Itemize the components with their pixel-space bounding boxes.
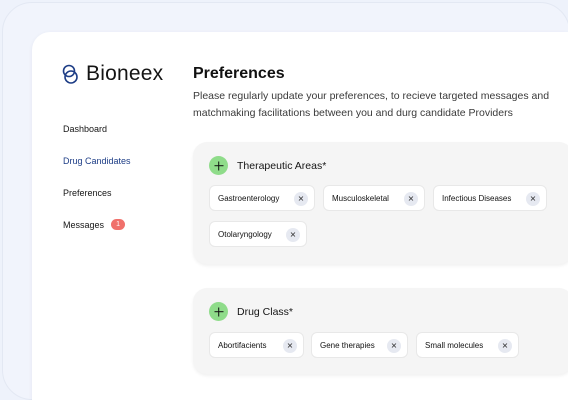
close-icon[interactable]: × <box>283 339 297 353</box>
tag-chip: Abortifacients × <box>209 332 304 358</box>
page-title: Preferences <box>193 65 285 82</box>
close-icon[interactable]: × <box>526 192 540 206</box>
sidebar-item-label: Messages <box>63 220 105 230</box>
bioneex-logo-icon <box>62 64 78 84</box>
tag-label: Small molecules <box>425 340 484 350</box>
sidebar-item-label: Dashboard <box>63 124 108 134</box>
sidebar-item-preferences[interactable]: Preferences <box>63 188 131 220</box>
section-header: Drug Class* <box>209 302 293 321</box>
close-icon[interactable]: × <box>498 339 512 353</box>
tag-chip: Gene therapies × <box>311 332 408 358</box>
tag-chip: Musculoskeletal × <box>323 185 425 211</box>
unread-count-badge: 1 <box>111 219 126 230</box>
brand-logo[interactable]: Bioneex <box>62 62 163 86</box>
close-icon[interactable]: × <box>404 192 418 206</box>
sidebar-item-dashboard[interactable]: Dashboard <box>63 124 131 156</box>
therapeutic-areas-panel: Therapeutic Areas* Gastroenterology × Mu… <box>193 142 568 264</box>
tag-label: Musculoskeletal <box>332 193 389 203</box>
drug-class-panel: Drug Class* Abortifacients × Gene therap… <box>193 288 568 374</box>
section-header: Therapeutic Areas* <box>209 156 326 175</box>
tag-label: Gene therapies <box>320 340 375 350</box>
tag-chip: Infectious Diseases × <box>433 185 547 211</box>
section-title: Therapeutic Areas* <box>237 159 327 172</box>
plus-icon[interactable] <box>209 156 228 175</box>
sidebar-item-drug-candidates[interactable]: Drug Candidates <box>63 156 131 188</box>
tag-label: Gastroenterology <box>218 193 280 203</box>
section-title: Drug Class* <box>237 305 294 318</box>
tag-label: Abortifacients <box>218 340 267 350</box>
tag-chip: Otolaryngology × <box>209 221 307 247</box>
tag-label: Otolaryngology <box>218 229 272 239</box>
sidebar-item-label: Drug Candidates <box>63 156 131 166</box>
app-window: Bioneex Dashboard Drug Candidates Prefer… <box>32 32 568 400</box>
tag-chip: Small molecules × <box>416 332 519 358</box>
tag-chip: Gastroenterology × <box>209 185 315 211</box>
sidebar-item-messages[interactable]: Messages 1 <box>63 219 131 252</box>
tag-label: Infectious Diseases <box>442 193 512 203</box>
plus-icon[interactable] <box>209 302 228 321</box>
sidebar-nav: Dashboard Drug Candidates Preferences Me… <box>63 124 131 252</box>
page-subtitle: Please regularly update your preferences… <box>193 90 550 119</box>
close-icon[interactable]: × <box>387 339 401 353</box>
close-icon[interactable]: × <box>294 192 308 206</box>
close-icon[interactable]: × <box>286 228 300 242</box>
sidebar-item-label: Preferences <box>63 188 112 198</box>
brand-name: Bioneex <box>86 62 164 85</box>
